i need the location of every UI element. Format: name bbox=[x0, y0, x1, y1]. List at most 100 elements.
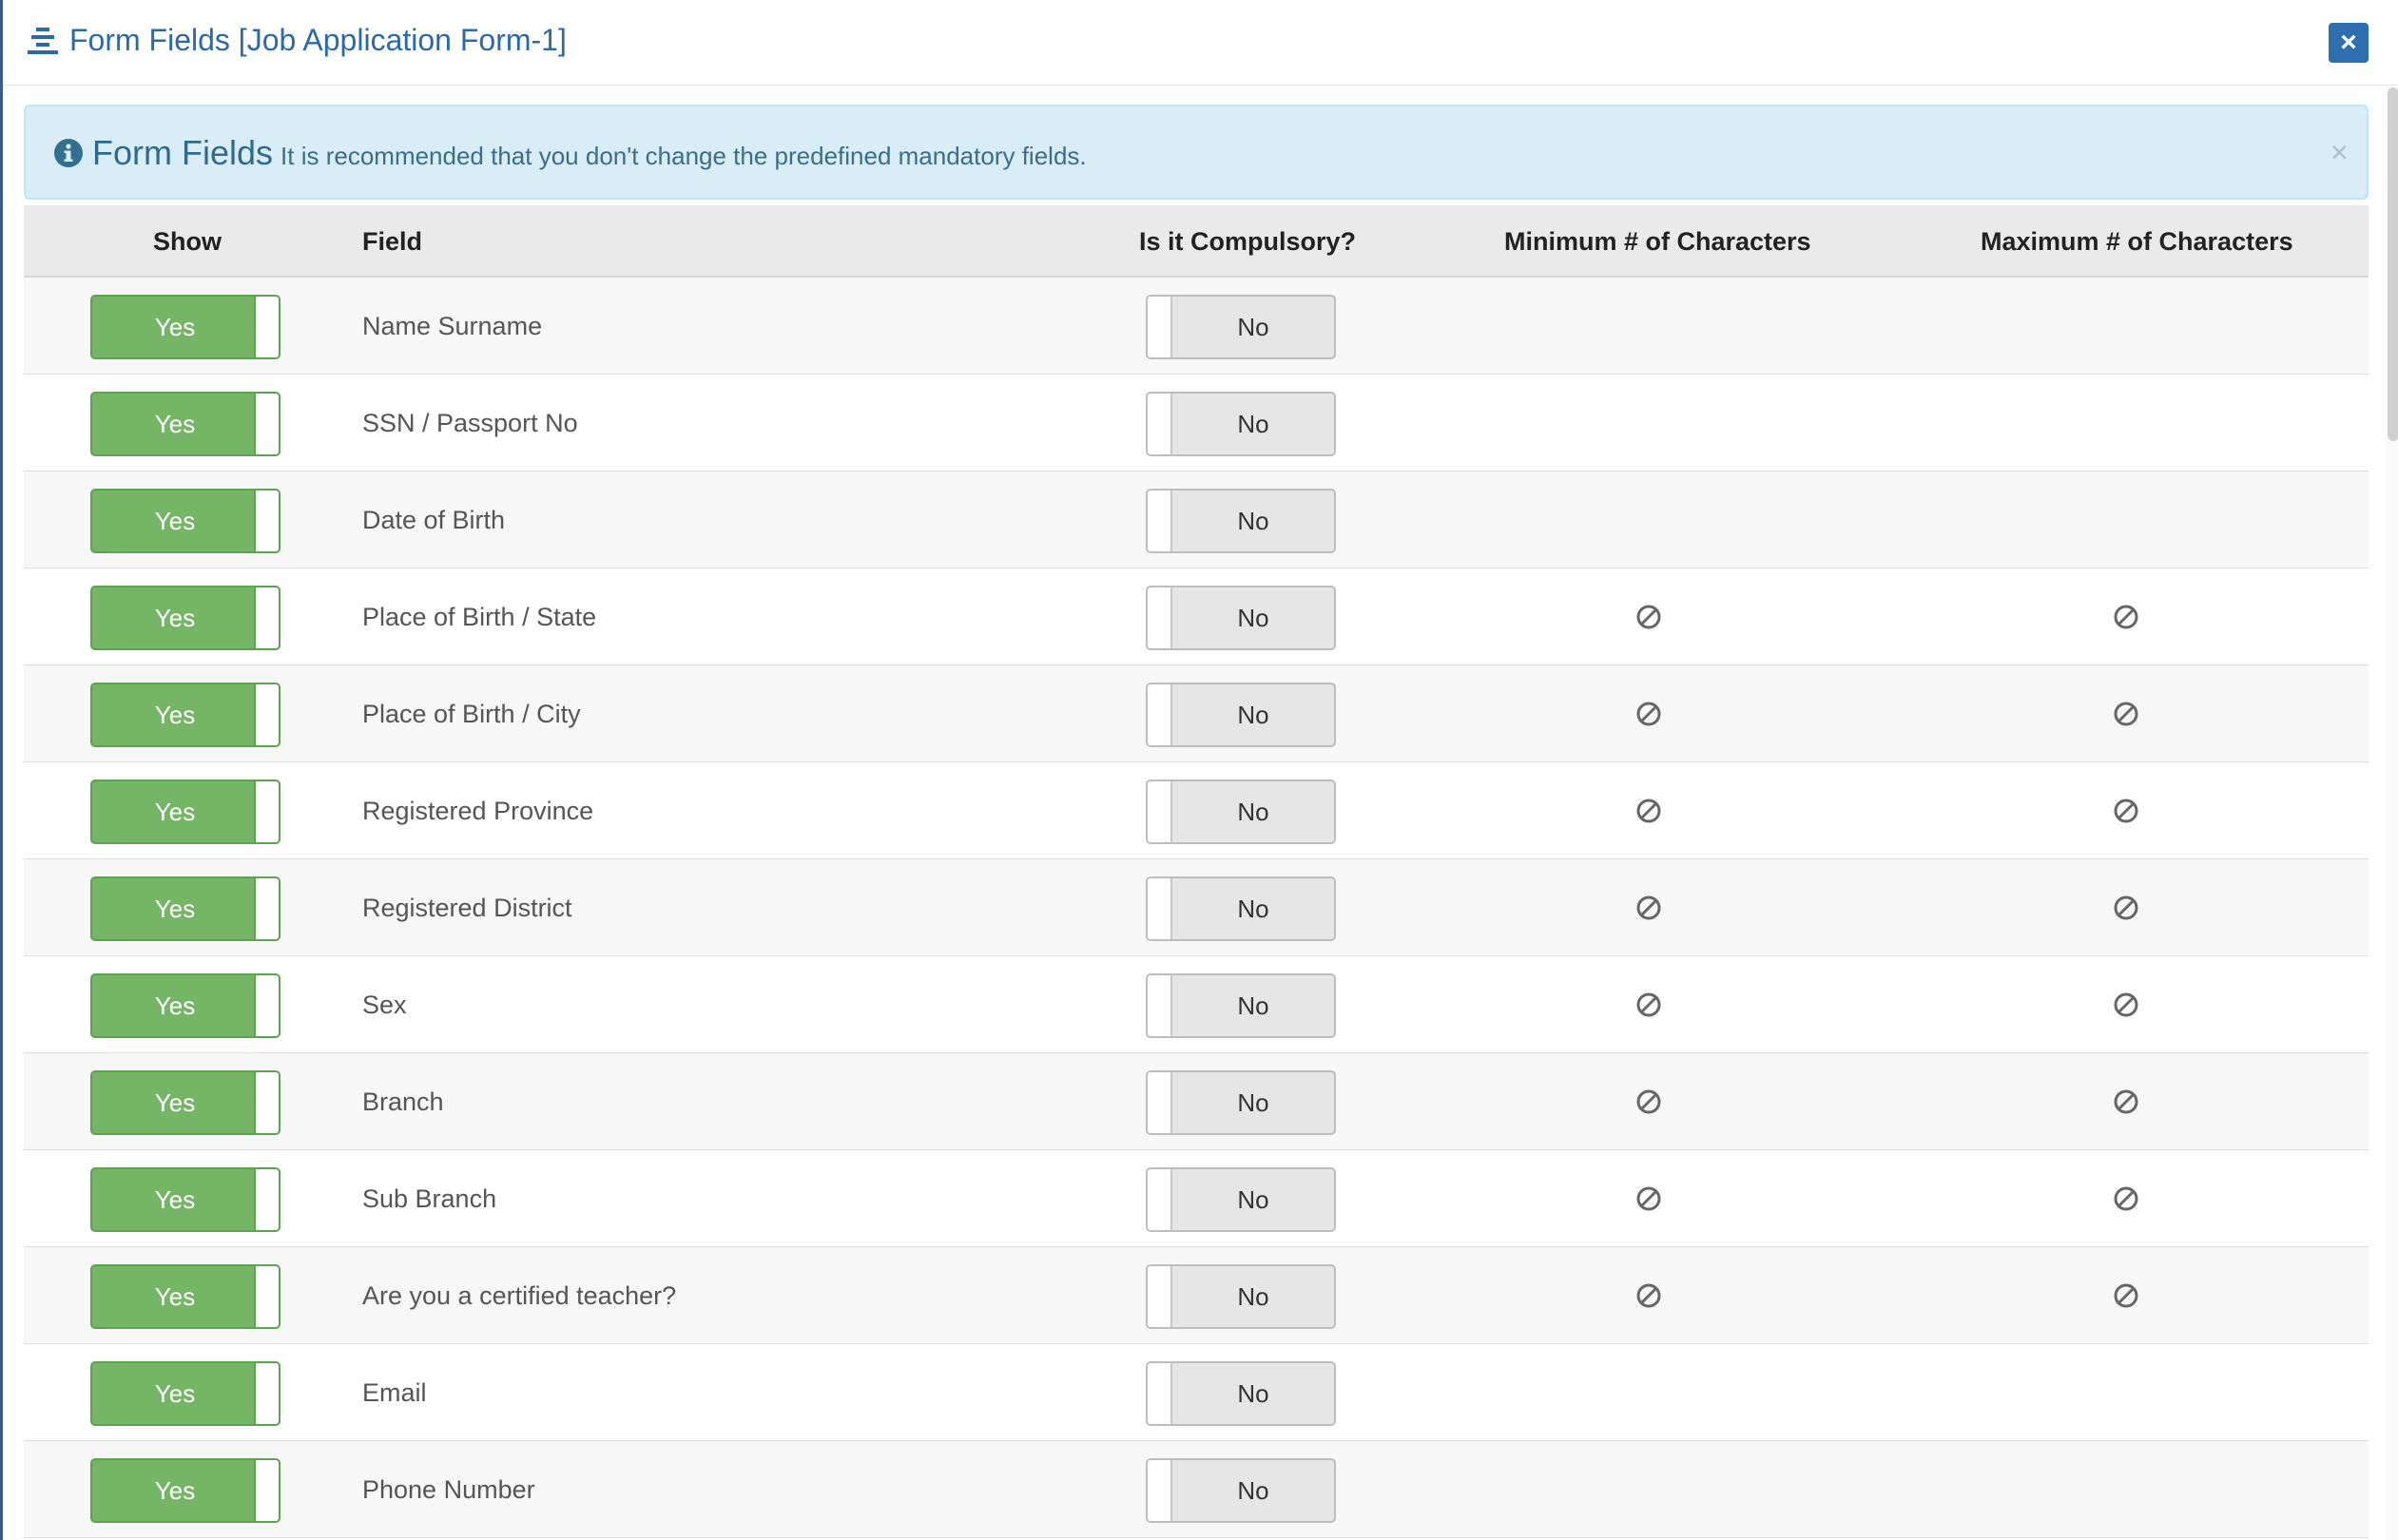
modal-header: Form Fields [Job Application Form-1] × bbox=[3, 0, 2398, 86]
show-toggle[interactable]: Yes bbox=[90, 1264, 280, 1329]
toggle-handle bbox=[1148, 1460, 1172, 1521]
ban-icon bbox=[2112, 1281, 2140, 1310]
info-alert: Form Fields It is recommended that you do… bbox=[24, 105, 2369, 200]
compulsory-toggle-label: No bbox=[1237, 410, 1269, 438]
ban-icon bbox=[1634, 603, 1663, 631]
toggle-handle bbox=[254, 1072, 279, 1133]
form-fields-table: Show Field Is it Compulsory? Minimum # o… bbox=[24, 205, 2369, 1538]
compulsory-toggle-label: No bbox=[1237, 1476, 1269, 1505]
column-header-show: Show bbox=[153, 227, 222, 256]
table-row: Yes Place of Birth / State No bbox=[24, 568, 2369, 665]
compulsory-toggle-label: No bbox=[1237, 1379, 1269, 1408]
table-row: Yes SSN / Passport No No bbox=[24, 375, 2369, 472]
field-name: Branch bbox=[362, 1088, 444, 1116]
compulsory-toggle[interactable]: No bbox=[1146, 1070, 1336, 1135]
ban-icon bbox=[2112, 1184, 2140, 1213]
show-toggle[interactable]: Yes bbox=[90, 1167, 280, 1232]
field-name: Name Surname bbox=[362, 312, 543, 340]
show-toggle[interactable]: Yes bbox=[90, 1361, 280, 1426]
compulsory-toggle[interactable]: No bbox=[1146, 876, 1336, 941]
modal-title: Form Fields [Job Application Form-1] bbox=[69, 23, 567, 57]
table-row: Yes Registered District No bbox=[24, 859, 2369, 956]
show-toggle-label: Yes bbox=[154, 1379, 196, 1408]
show-toggle-label: Yes bbox=[154, 604, 196, 632]
table-row: Yes Email No bbox=[24, 1344, 2369, 1441]
ban-icon bbox=[2112, 797, 2140, 825]
toggle-handle bbox=[1148, 781, 1172, 842]
compulsory-toggle[interactable]: No bbox=[1146, 1458, 1336, 1523]
show-toggle[interactable]: Yes bbox=[90, 876, 280, 941]
show-toggle[interactable]: Yes bbox=[90, 780, 280, 844]
show-toggle-label: Yes bbox=[154, 701, 196, 729]
modal-close-button[interactable]: × bbox=[2329, 23, 2369, 63]
table-row: Yes Sub Branch No bbox=[24, 1150, 2369, 1247]
info-circle-icon bbox=[54, 139, 83, 167]
compulsory-toggle[interactable]: No bbox=[1146, 1361, 1336, 1426]
field-name: Email bbox=[362, 1378, 427, 1407]
show-toggle-label: Yes bbox=[154, 1476, 196, 1505]
compulsory-toggle[interactable]: No bbox=[1146, 489, 1336, 553]
show-toggle[interactable]: Yes bbox=[90, 392, 280, 456]
show-toggle[interactable]: Yes bbox=[90, 295, 280, 359]
toggle-handle bbox=[1148, 394, 1172, 454]
table-row: Yes Registered Province No bbox=[24, 762, 2369, 859]
toggle-handle bbox=[1148, 1363, 1172, 1424]
toggle-handle bbox=[1148, 1169, 1172, 1230]
toggle-handle bbox=[1148, 491, 1172, 551]
column-header-max-chars: Maximum # of Characters bbox=[1981, 227, 2293, 256]
table-row: Yes Branch No bbox=[24, 1053, 2369, 1150]
show-toggle-label: Yes bbox=[154, 507, 196, 535]
toggle-handle bbox=[254, 394, 279, 454]
compulsory-toggle[interactable]: No bbox=[1146, 586, 1336, 650]
toggle-handle bbox=[254, 491, 279, 551]
show-toggle[interactable]: Yes bbox=[90, 1070, 280, 1135]
compulsory-toggle[interactable]: No bbox=[1146, 1167, 1336, 1232]
show-toggle[interactable]: Yes bbox=[90, 683, 280, 747]
toggle-handle bbox=[254, 878, 279, 939]
compulsory-toggle[interactable]: No bbox=[1146, 392, 1336, 456]
compulsory-toggle[interactable]: No bbox=[1146, 295, 1336, 359]
ban-icon bbox=[2112, 894, 2140, 922]
scrollbar-thumb[interactable] bbox=[2388, 87, 2398, 441]
compulsory-toggle[interactable]: No bbox=[1146, 1264, 1336, 1329]
ban-icon bbox=[2112, 603, 2140, 631]
ban-icon bbox=[1634, 991, 1663, 1019]
ban-icon bbox=[1634, 894, 1663, 922]
toggle-handle bbox=[254, 1266, 279, 1327]
table-row: Yes Date of Birth No bbox=[24, 472, 2369, 568]
show-toggle-label: Yes bbox=[154, 313, 196, 341]
compulsory-toggle-label: No bbox=[1237, 313, 1269, 341]
ban-icon bbox=[1634, 700, 1663, 728]
toggle-handle bbox=[1148, 878, 1172, 939]
compulsory-toggle[interactable]: No bbox=[1146, 780, 1336, 844]
ban-icon bbox=[1634, 1281, 1663, 1310]
toggle-handle bbox=[254, 1169, 279, 1230]
alert-title: Form Fields bbox=[92, 133, 274, 172]
table-row: Yes Are you a certified teacher? No bbox=[24, 1247, 2369, 1344]
alert-text: Form Fields It is recommended that you do… bbox=[92, 133, 1087, 173]
table-header: Show Field Is it Compulsory? Minimum # o… bbox=[24, 205, 2369, 278]
show-toggle[interactable]: Yes bbox=[90, 1458, 280, 1523]
show-toggle[interactable]: Yes bbox=[90, 489, 280, 553]
toggle-handle bbox=[1148, 1072, 1172, 1133]
table-row: Yes Place of Birth / City No bbox=[24, 665, 2369, 762]
compulsory-toggle-label: No bbox=[1237, 991, 1269, 1020]
toggle-handle bbox=[1148, 975, 1172, 1036]
compulsory-toggle[interactable]: No bbox=[1146, 973, 1336, 1038]
alert-close-button[interactable]: × bbox=[2330, 135, 2349, 170]
compulsory-toggle-label: No bbox=[1237, 1185, 1269, 1214]
compulsory-toggle[interactable]: No bbox=[1146, 683, 1336, 747]
table-row: Yes Name Surname No bbox=[24, 278, 2369, 375]
show-toggle-label: Yes bbox=[154, 410, 196, 438]
table-row: Yes Sex No bbox=[24, 956, 2369, 1053]
toggle-handle bbox=[254, 587, 279, 648]
compulsory-toggle-label: No bbox=[1237, 604, 1269, 632]
alert-message: It is recommended that you don't change … bbox=[280, 142, 1087, 170]
ban-icon bbox=[1634, 1088, 1663, 1116]
column-header-min-chars: Minimum # of Characters bbox=[1504, 227, 1811, 256]
show-toggle[interactable]: Yes bbox=[90, 973, 280, 1038]
show-toggle[interactable]: Yes bbox=[90, 586, 280, 650]
ban-icon bbox=[2112, 1088, 2140, 1116]
toggle-handle bbox=[254, 1363, 279, 1424]
field-name: Date of Birth bbox=[362, 506, 506, 534]
